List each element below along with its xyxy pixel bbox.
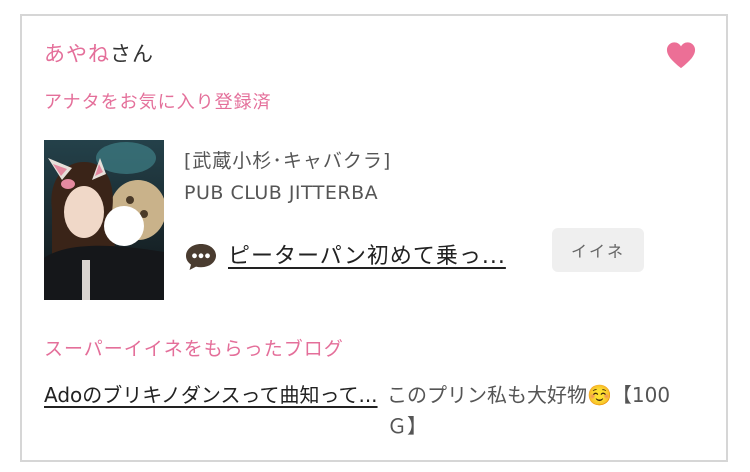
super-like-blog-title[interactable]: Adoのブリキノダンスって曲知って... bbox=[44, 380, 379, 411]
user-name[interactable]: あやね bbox=[44, 42, 110, 66]
super-like-section-title: スーパーイイネをもらったブログ bbox=[44, 338, 344, 360]
profile-card: あやねさん アナタをお気に入り登録済 [武蔵小杉･キャバクラ] PUB CLUB… bbox=[20, 14, 728, 462]
user-header: あやねさん bbox=[44, 38, 154, 68]
super-like-comment: このプリン私も大好物☺️【100Ｇ】 bbox=[387, 383, 671, 438]
heart-icon[interactable] bbox=[666, 40, 696, 70]
favorite-status: アナタをお気に入り登録済 bbox=[44, 92, 272, 113]
shop-area: [武蔵小杉･キャバクラ] bbox=[184, 150, 392, 172]
latest-blog-link[interactable]: ピーターパン初めて乗っ... bbox=[228, 238, 506, 270]
profile-photo[interactable] bbox=[44, 140, 164, 300]
like-button[interactable]: イイネ bbox=[552, 228, 644, 272]
user-honorific: さん bbox=[110, 42, 154, 66]
speech-bubble-icon bbox=[186, 244, 216, 270]
profile-photo-image bbox=[44, 140, 164, 300]
shop-name[interactable]: PUB CLUB JITTERBA bbox=[184, 182, 378, 204]
